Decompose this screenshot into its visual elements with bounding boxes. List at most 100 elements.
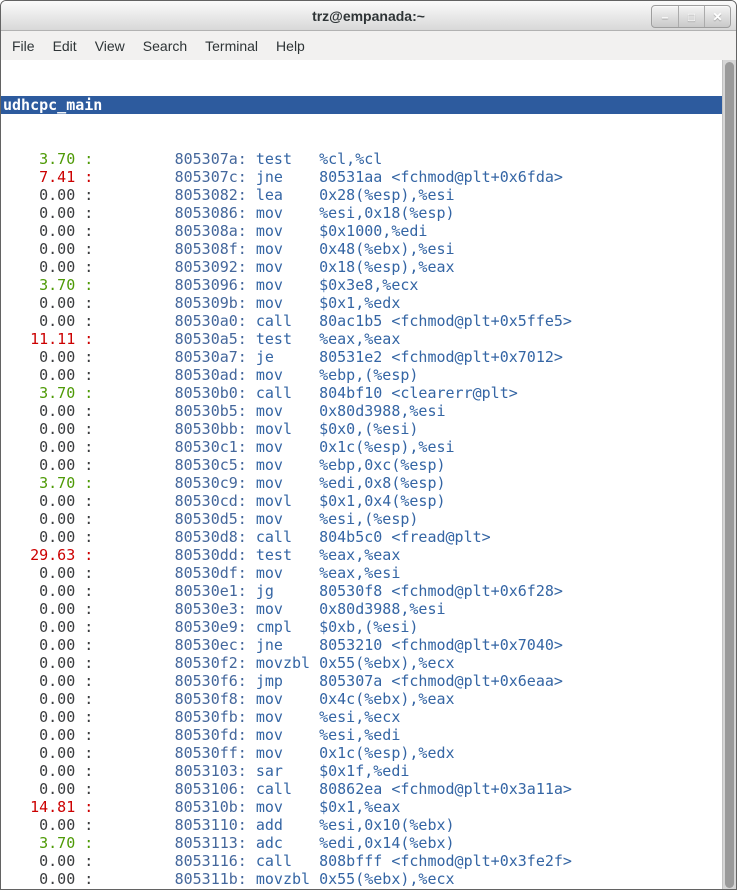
sample-percent: 0.00 : bbox=[3, 600, 93, 618]
minimize-button[interactable]: – bbox=[652, 6, 678, 27]
sample-percent: 0.00 : bbox=[3, 780, 93, 798]
asm-row[interactable]: 7.41 : 805307c: jne 80531aa <fchmod@plt+… bbox=[1, 168, 722, 186]
menu-help[interactable]: Help bbox=[267, 38, 314, 54]
asm-row[interactable]: 0.00 : 80530b5: mov 0x80d3988,%esi bbox=[1, 402, 722, 420]
sample-percent: 29.63 : bbox=[3, 546, 93, 564]
asm-row[interactable]: 0.00 : 80530d8: call 804b5c0 <fread@plt> bbox=[1, 528, 722, 546]
asm-row[interactable]: 0.00 : 80530a0: call 80ac1b5 <fchmod@plt… bbox=[1, 312, 722, 330]
instruction-text: call 804bf10 <clearerr@plt> bbox=[247, 384, 518, 402]
asm-row[interactable]: 0.00 : 80530cd: movl $0x1,0x4(%esp) bbox=[1, 492, 722, 510]
asm-row[interactable]: 0.00 : 80530fd: mov %esi,%edi bbox=[1, 726, 722, 744]
asm-row[interactable]: 0.00 : 805311b: movzbl 0x55(%ebx),%ecx bbox=[1, 870, 722, 888]
menu-terminal[interactable]: Terminal bbox=[196, 38, 267, 54]
instruction-text: jg 80530f8 <fchmod@plt+0x6f28> bbox=[247, 582, 563, 600]
instruction-text: mov %edi,0x8(%esp) bbox=[247, 474, 446, 492]
sample-percent: 11.11 : bbox=[3, 330, 93, 348]
instruction-text: mov %eax,%esi bbox=[247, 564, 401, 582]
asm-row[interactable]: 0.00 : 8053086: mov %esi,0x18(%esp) bbox=[1, 204, 722, 222]
asm-row[interactable]: 0.00 : 80530df: mov %eax,%esi bbox=[1, 564, 722, 582]
menu-view[interactable]: View bbox=[86, 38, 134, 54]
sample-percent: 0.00 : bbox=[3, 402, 93, 420]
asm-row[interactable]: 0.00 : 80530c5: mov %ebp,0xc(%esp) bbox=[1, 456, 722, 474]
asm-row[interactable]: 3.70 : 8053113: adc %edi,0x14(%ebx) bbox=[1, 834, 722, 852]
sample-percent: 0.00 : bbox=[3, 366, 93, 384]
asm-row[interactable]: 0.00 : 80530f8: mov 0x4c(%ebx),%eax bbox=[1, 690, 722, 708]
instruction-text: sar $0x1f,%edi bbox=[247, 762, 410, 780]
menu-edit[interactable]: Edit bbox=[44, 38, 86, 54]
scrollbar-track[interactable] bbox=[722, 60, 736, 890]
terminal-screen[interactable]: udhcpc_main 3.70 : 805307a: test %cl,%cl… bbox=[1, 60, 736, 890]
menubar: File Edit View Search Terminal Help bbox=[1, 31, 736, 60]
asm-row[interactable]: 0.00 : 80530c1: mov 0x1c(%esp),%esi bbox=[1, 438, 722, 456]
sample-percent: 3.70 : bbox=[3, 384, 93, 402]
instruction-address: 80530ad: bbox=[93, 366, 247, 384]
asm-row[interactable]: 0.00 : 80530d5: mov %esi,(%esp) bbox=[1, 510, 722, 528]
asm-row[interactable]: 3.70 : 80530b0: call 804bf10 <clearerr@p… bbox=[1, 384, 722, 402]
instruction-text: test %eax,%eax bbox=[247, 546, 401, 564]
asm-row[interactable]: 0.00 : 805308f: mov 0x48(%ebx),%esi bbox=[1, 240, 722, 258]
asm-row[interactable]: 0.00 : 80530fb: mov %esi,%ecx bbox=[1, 708, 722, 726]
sample-percent: 3.70 : bbox=[3, 834, 93, 852]
instruction-address: 80530e9: bbox=[93, 618, 247, 636]
instruction-address: 80530dd: bbox=[93, 546, 247, 564]
asm-row[interactable]: 0.00 : 8053116: call 808bfff <fchmod@plt… bbox=[1, 852, 722, 870]
perf-annotate-view: udhcpc_main 3.70 : 805307a: test %cl,%cl… bbox=[1, 60, 722, 890]
sample-percent: 0.00 : bbox=[3, 762, 93, 780]
asm-row[interactable]: 3.70 : 8053096: mov $0x3e8,%ecx bbox=[1, 276, 722, 294]
close-button[interactable]: ✕ bbox=[704, 6, 730, 27]
instruction-address: 80530df: bbox=[93, 564, 247, 582]
instruction-text: mov 0x80d3988,%esi bbox=[247, 600, 446, 618]
instruction-address: 8053113: bbox=[93, 834, 247, 852]
instruction-text: jne 80531aa <fchmod@plt+0x6fda> bbox=[247, 168, 563, 186]
sample-percent: 0.00 : bbox=[3, 564, 93, 582]
asm-row[interactable]: 3.70 : 805307a: test %cl,%cl bbox=[1, 150, 722, 168]
asm-row[interactable]: 0.00 : 80530ad: mov %ebp,(%esp) bbox=[1, 366, 722, 384]
instruction-address: 80530fd: bbox=[93, 726, 247, 744]
menu-file[interactable]: File bbox=[3, 38, 44, 54]
scrollbar-thumb[interactable] bbox=[725, 62, 734, 888]
asm-row[interactable]: 0.00 : 80530f6: jmp 805307a <fchmod@plt+… bbox=[1, 672, 722, 690]
asm-row[interactable]: 0.00 : 8053110: add %esi,0x10(%ebx) bbox=[1, 816, 722, 834]
instruction-text: mov 0x4c(%ebx),%eax bbox=[247, 690, 455, 708]
asm-row[interactable]: 0.00 : 80530e1: jg 80530f8 <fchmod@plt+0… bbox=[1, 582, 722, 600]
instruction-text: call 80862ea <fchmod@plt+0x3a11a> bbox=[247, 780, 572, 798]
asm-row[interactable]: 0.00 : 805308a: mov $0x1000,%edi bbox=[1, 222, 722, 240]
instruction-address: 805308f: bbox=[93, 240, 247, 258]
sample-percent: 0.00 : bbox=[3, 258, 93, 276]
asm-row[interactable]: 0.00 : 80530ec: jne 8053210 <fchmod@plt+… bbox=[1, 636, 722, 654]
symbol-header: udhcpc_main bbox=[1, 96, 722, 114]
sample-percent: 0.00 : bbox=[3, 690, 93, 708]
asm-row[interactable]: 29.63 : 80530dd: test %eax,%eax bbox=[1, 546, 722, 564]
asm-row[interactable]: 3.70 : 80530c9: mov %edi,0x8(%esp) bbox=[1, 474, 722, 492]
asm-row[interactable]: 0.00 : 8053106: call 80862ea <fchmod@plt… bbox=[1, 780, 722, 798]
titlebar[interactable]: trz@empanada:~ – □ ✕ bbox=[1, 1, 736, 31]
instruction-address: 80530ec: bbox=[93, 636, 247, 654]
maximize-button[interactable]: □ bbox=[678, 6, 704, 27]
asm-row[interactable]: 0.00 : 8053092: mov 0x18(%esp),%eax bbox=[1, 258, 722, 276]
asm-row[interactable]: 0.00 : 80530ff: mov 0x1c(%esp),%edx bbox=[1, 744, 722, 762]
asm-row[interactable]: 0.00 : 80530a7: je 80531e2 <fchmod@plt+0… bbox=[1, 348, 722, 366]
sample-percent: 0.00 : bbox=[3, 582, 93, 600]
asm-row[interactable]: 11.11 : 80530a5: test %eax,%eax bbox=[1, 330, 722, 348]
instruction-text: test %eax,%eax bbox=[247, 330, 401, 348]
instruction-address: 80530d8: bbox=[93, 528, 247, 546]
asm-row[interactable]: 0.00 : 80530e3: mov 0x80d3988,%esi bbox=[1, 600, 722, 618]
asm-row[interactable]: 0.00 : 80530bb: movl $0x0,(%esi) bbox=[1, 420, 722, 438]
asm-row[interactable]: 0.00 : 8053103: sar $0x1f,%edi bbox=[1, 762, 722, 780]
instruction-text: adc %edi,0x14(%ebx) bbox=[247, 834, 455, 852]
asm-row[interactable]: 0.00 : 80530e9: cmpl $0xb,(%esi) bbox=[1, 618, 722, 636]
instruction-text: mov %ebp,(%esp) bbox=[247, 366, 419, 384]
asm-row[interactable]: 0.00 : 805309b: mov $0x1,%edx bbox=[1, 294, 722, 312]
instruction-text: mov 0x1c(%esp),%esi bbox=[247, 438, 455, 456]
asm-row[interactable]: 14.81 : 805310b: mov $0x1,%eax bbox=[1, 798, 722, 816]
sample-percent: 0.00 : bbox=[3, 204, 93, 222]
sample-percent: 14.81 : bbox=[3, 798, 93, 816]
window-controls: – □ ✕ bbox=[651, 5, 731, 28]
instruction-text: jmp 805307a <fchmod@plt+0x6eaa> bbox=[247, 672, 563, 690]
asm-row[interactable]: 0.00 : 80530f2: movzbl 0x55(%ebx),%ecx bbox=[1, 654, 722, 672]
menu-search[interactable]: Search bbox=[134, 38, 196, 54]
instruction-address: 805307c: bbox=[93, 168, 247, 186]
instruction-text: call 808bfff <fchmod@plt+0x3fe2f> bbox=[247, 852, 572, 870]
instruction-address: 80530fb: bbox=[93, 708, 247, 726]
asm-row[interactable]: 0.00 : 8053082: lea 0x28(%esp),%esi bbox=[1, 186, 722, 204]
